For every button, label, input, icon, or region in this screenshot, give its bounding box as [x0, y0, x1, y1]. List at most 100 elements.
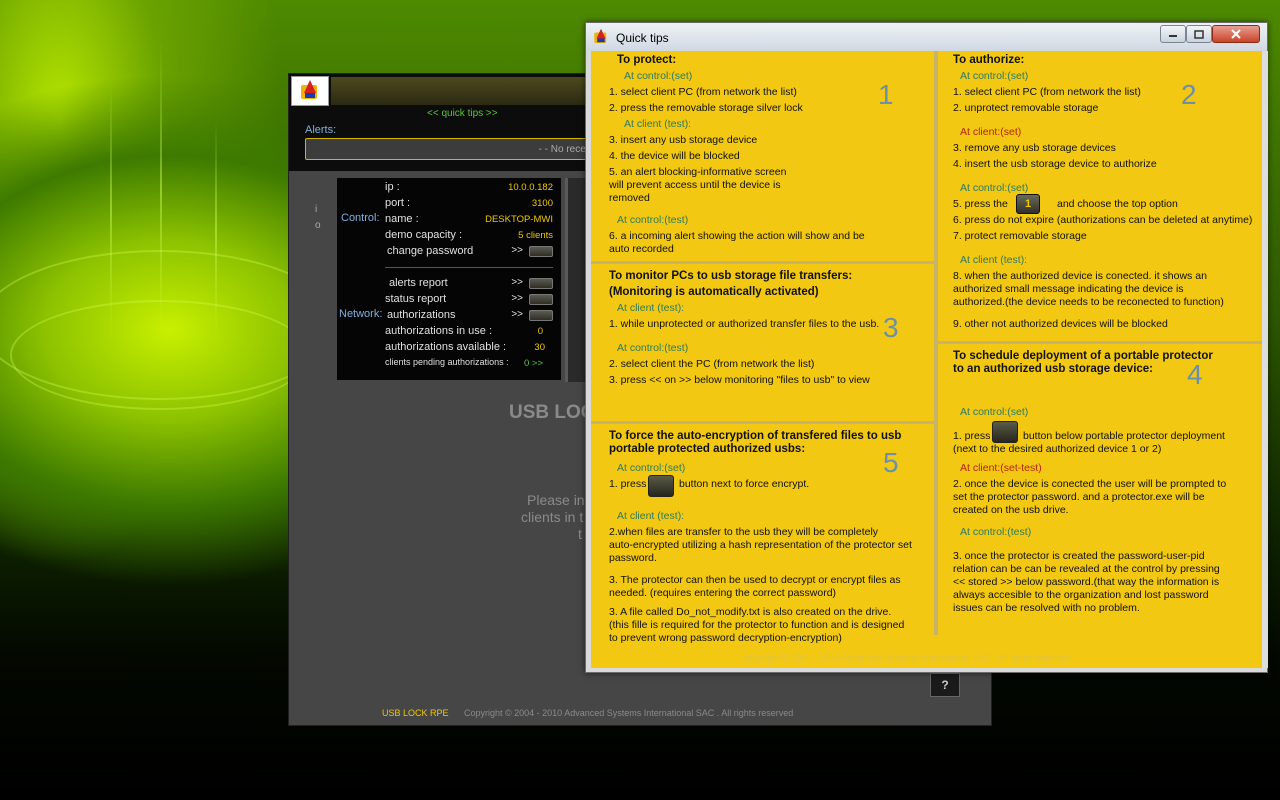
- step-text: set the protector password. and a protec…: [953, 491, 1205, 503]
- step-text: 6. press do not expire (authorizations c…: [953, 214, 1253, 226]
- section-number: 1: [878, 79, 894, 110]
- name-label: name :: [385, 213, 419, 225]
- step-text: 1. select client PC (from network the li…: [609, 86, 797, 98]
- quick-tips-content: 1 To protect: At control:(set) 1. select…: [591, 51, 1262, 668]
- pending-value[interactable]: 0 >>: [524, 358, 543, 369]
- footer-copyright: Copyright © 2004 - 2010 Advanced Systems…: [464, 708, 794, 718]
- quick-tips-copyright: copyright © 2004 - 2010 Advanced Systems…: [743, 653, 1071, 663]
- force-encrypt-button[interactable]: [648, 475, 674, 497]
- step-text: 2. press the removable storage silver lo…: [609, 102, 803, 114]
- quick-tips-link[interactable]: << quick tips >>: [427, 108, 498, 119]
- portable-protector-button[interactable]: [992, 421, 1018, 443]
- step-text: to prevent wrong password decryption-enc…: [609, 632, 842, 644]
- maximize-button[interactable]: [1186, 25, 1212, 43]
- section-divider: [591, 261, 934, 264]
- network-label: Network:: [339, 308, 383, 320]
- step-text: auto-encrypted utilizing a hash represen…: [609, 539, 912, 551]
- instruction-line: clients in t: [521, 509, 584, 525]
- close-icon: [1231, 29, 1241, 39]
- window-title: Quick tips: [616, 31, 669, 45]
- minimize-button[interactable]: [1160, 25, 1186, 43]
- pending-label: clients pending authorizations :: [385, 357, 509, 367]
- step-text: 1. press: [953, 430, 991, 442]
- section-heading: portable protected authorized usbs:: [609, 443, 806, 455]
- maximize-icon: [1194, 29, 1204, 39]
- step-text: authorized.(the device needs to be recon…: [953, 296, 1224, 308]
- device-1-button[interactable]: 1: [1016, 194, 1040, 214]
- quick-tips-window: Quick tips 1 To protect: At control:(set…: [585, 22, 1268, 673]
- port-label: port :: [385, 197, 411, 209]
- alerts-box[interactable]: - - No recei: [305, 138, 595, 160]
- step-text: 3. press << on >> below monitoring "file…: [609, 374, 870, 386]
- step-text: 1. select client PC (from network the li…: [953, 86, 1141, 98]
- info-row-alerts-report: alerts report >>: [385, 277, 553, 291]
- step-text: 5. press the: [953, 198, 1008, 210]
- step-text: 3. insert any usb storage device: [609, 134, 758, 146]
- info-row-auth-in-use: authorizations in use : 0: [385, 325, 553, 339]
- arrow-text: >>: [511, 309, 523, 320]
- capacity-value: 5 clients: [518, 230, 553, 241]
- step-context: At control:(set): [960, 406, 1029, 418]
- step-text: 3. once the protector is created the pas…: [953, 550, 1205, 562]
- ip-value: 10.0.0.182: [508, 182, 553, 193]
- info-row-status-report: status report >>: [385, 293, 553, 307]
- instruction-line: Please in: [527, 492, 585, 508]
- status-report-label: status report: [385, 293, 447, 305]
- arrow-text: >>: [511, 293, 523, 304]
- step-text: password.: [609, 552, 657, 564]
- quick-tips-scrollbar[interactable]: [1262, 51, 1268, 668]
- step-text: created on the usb drive.: [953, 504, 1069, 516]
- section-heading: (Monitoring is automatically activated): [609, 286, 819, 298]
- step-context: At control:(test): [617, 342, 689, 354]
- step-text: 9. other not authorized devices will be …: [953, 318, 1168, 330]
- alerts-report-label: alerts report: [389, 277, 448, 289]
- help-button[interactable]: ?: [930, 673, 960, 697]
- section-heading: To schedule deployment of a portable pro…: [953, 350, 1213, 362]
- step-text: 1. press: [609, 478, 647, 490]
- step-text: 2. once the device is conected the user …: [953, 478, 1227, 490]
- port-value: 3100: [531, 198, 553, 209]
- step-text: 7. protect removable storage: [953, 230, 1087, 242]
- quick-tips-titlebar[interactable]: Quick tips: [586, 23, 1267, 51]
- step-context: At client (test):: [624, 118, 692, 130]
- app-logo-icon: [291, 76, 329, 106]
- status-report-button[interactable]: [529, 294, 553, 305]
- info-row-ip: ip : 10.0.0.182: [385, 181, 553, 195]
- step-text: 8. when the authorized device is conecte…: [953, 270, 1207, 282]
- section-divider: [938, 341, 1262, 344]
- section-number: 3: [883, 312, 899, 343]
- step-text: will prevent access until the device is: [609, 179, 781, 191]
- step-text: button next to force encrypt.: [679, 478, 810, 490]
- section-heading: To protect:: [617, 54, 677, 66]
- network-list-scrollbar[interactable]: [565, 178, 585, 382]
- section-heading: To force the auto-encryption of transfer…: [609, 430, 902, 442]
- step-context: At control:(test): [960, 526, 1032, 538]
- close-button[interactable]: [1212, 25, 1260, 43]
- wallpaper-streak: [215, 120, 217, 340]
- step-context: At client (test):: [617, 302, 685, 314]
- info-row-port: port : 3100: [385, 197, 553, 211]
- alerts-report-button[interactable]: [529, 278, 553, 289]
- auth-available-label: authorizations available :: [385, 341, 507, 353]
- wallpaper-streak: [160, 40, 162, 340]
- step-text: 3. remove any usb storage devices: [953, 142, 1116, 154]
- step-text: 2.when files are transfer to the usb the…: [609, 526, 879, 538]
- step-text: 6. a incoming alert showing the action w…: [609, 230, 865, 242]
- step-context: At control:(test): [617, 214, 689, 226]
- section-divider: [591, 421, 934, 424]
- side-tab-o[interactable]: o: [315, 220, 321, 231]
- step-text: needed. (requires entering the correct p…: [609, 587, 837, 599]
- change-password-label: change password: [387, 245, 474, 257]
- section-number: 4: [1187, 359, 1203, 390]
- section-heading: To monitor PCs to usb storage file trans…: [609, 270, 853, 282]
- step-context: At client:(set): [960, 126, 1022, 138]
- side-tab-i[interactable]: i: [315, 204, 317, 215]
- step-text: always accesible to the organization and…: [953, 589, 1209, 601]
- change-password-button[interactable]: [529, 246, 553, 257]
- info-row-capacity: demo capacity : 5 clients: [385, 229, 553, 243]
- minimize-icon: [1169, 35, 1177, 37]
- info-row-name: name : DESKTOP-MWI: [385, 213, 553, 227]
- authorizations-button[interactable]: [529, 310, 553, 321]
- info-row-authorizations: authorizations >>: [385, 309, 553, 323]
- step-text: removed: [609, 192, 650, 204]
